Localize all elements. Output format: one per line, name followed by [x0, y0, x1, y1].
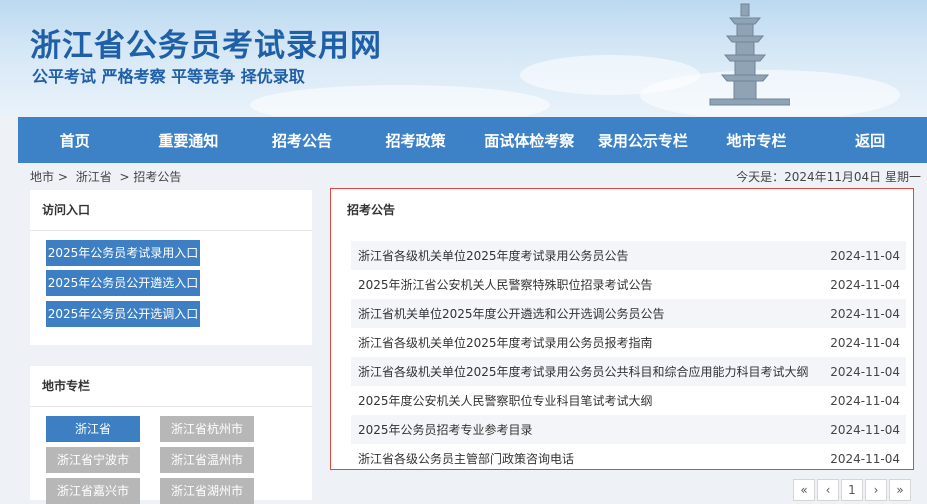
- list-item: 2025年浙江省公安机关人民警察特殊职位招录考试公告 2024-11-04: [351, 270, 906, 299]
- announcement-date: 2024-11-04: [830, 248, 900, 263]
- list-item: 浙江省各级机关单位2025年度考试录用公务员公告 2024-11-04: [351, 241, 906, 270]
- prev-page-button[interactable]: ‹: [817, 479, 839, 501]
- city-button-hangzhou[interactable]: 浙江省杭州市: [160, 416, 254, 442]
- announcement-link[interactable]: 2025年度公安机关人民警察职位专业科目笔试考试大纲: [358, 392, 653, 409]
- announcement-link[interactable]: 2025年公务员招考专业参考目录: [358, 421, 533, 438]
- announcement-date: 2024-11-04: [830, 306, 900, 321]
- list-item: 2025年公务员招考专业参考目录 2024-11-04: [351, 415, 906, 444]
- breadcrumb-province[interactable]: 浙江省: [76, 170, 112, 184]
- city-button-jiaxing[interactable]: 浙江省嘉兴市: [46, 478, 140, 504]
- page-1-button[interactable]: 1: [841, 479, 863, 501]
- announcement-link[interactable]: 浙江省各级机关单位2025年度考试录用公务员公告: [358, 247, 629, 264]
- first-page-button[interactable]: «: [793, 479, 815, 501]
- announcement-date: 2024-11-04: [830, 451, 900, 466]
- list-item: 2025年度公安机关人民警察职位专业科目笔试考试大纲 2024-11-04: [351, 386, 906, 415]
- list-item: 浙江省各级公务员主管部门政策咨询电话 2024-11-04: [351, 444, 906, 473]
- list-item: 浙江省各级机关单位2025年度考试录用公务员公共科目和综合应用能力科目考试大纲 …: [351, 357, 906, 386]
- pagination: « ‹ 1 › »: [793, 479, 913, 501]
- header-banner: 浙江省公务员考试录用网 公平考试 严格考察 平等竞争 择优录取: [0, 0, 927, 116]
- transfer-entry-button[interactable]: 2025年公务员公开选调入口: [46, 301, 200, 327]
- selection-entry-button[interactable]: 2025年公务员公开遴选入口: [46, 270, 200, 296]
- announcement-link[interactable]: 浙江省机关单位2025年度公开遴选和公开选调公务员公告: [358, 305, 665, 322]
- city-button-huzhou[interactable]: 浙江省湖州市: [160, 478, 254, 504]
- breadcrumb: 地市 > 浙江省 > 招考公告: [30, 168, 185, 185]
- city-button-zhejiang[interactable]: 浙江省: [46, 416, 140, 442]
- city-button-ningbo[interactable]: 浙江省宁波市: [46, 447, 140, 473]
- nav-important-notices[interactable]: 重要通知: [132, 117, 246, 163]
- breadcrumb-current: > 招考公告: [119, 170, 182, 184]
- next-page-button[interactable]: ›: [865, 479, 887, 501]
- announcement-date: 2024-11-04: [830, 364, 900, 379]
- today-date: 今天是：2024年11月04日 星期一: [736, 170, 921, 184]
- site-slogan: 公平考试 严格考察 平等竞争 择优录取: [32, 67, 305, 86]
- announcement-date: 2024-11-04: [830, 393, 900, 408]
- city-button-wenzhou[interactable]: 浙江省温州市: [160, 447, 254, 473]
- pagoda-illustration: [709, 3, 790, 106]
- nav-interview-exam[interactable]: 面试体检考察: [473, 117, 587, 163]
- site-title: 浙江省公务员考试录用网: [30, 28, 382, 64]
- announcement-panel-title: 招考公告: [347, 203, 396, 217]
- announcement-link[interactable]: 浙江省各级机关单位2025年度考试录用公务员报考指南: [358, 334, 653, 351]
- nav-publicity[interactable]: 录用公示专栏: [586, 117, 700, 163]
- list-item: 浙江省各级机关单位2025年度考试录用公务员报考指南 2024-11-04: [351, 328, 906, 357]
- city-panel-title: 地市专栏: [30, 366, 312, 407]
- announcement-link[interactable]: 2025年浙江省公安机关人民警察特殊职位招录考试公告: [358, 276, 653, 293]
- main-nav: 首页 重要通知 招考公告 招考政策 面试体检考察 录用公示专栏 地市专栏 返回: [18, 117, 927, 163]
- access-panel: 访问入口 2025年公务员考试录用入口 2025年公务员公开遴选入口 2025年…: [30, 190, 312, 345]
- last-page-button[interactable]: »: [889, 479, 911, 501]
- announcement-date: 2024-11-04: [830, 422, 900, 437]
- breadcrumb-city[interactable]: 地市 >: [30, 170, 68, 184]
- access-panel-title: 访问入口: [30, 190, 312, 231]
- announcement-link[interactable]: 浙江省各级公务员主管部门政策咨询电话: [358, 450, 574, 467]
- list-item: 浙江省机关单位2025年度公开遴选和公开选调公务员公告 2024-11-04: [351, 299, 906, 328]
- announcement-list: 浙江省各级机关单位2025年度考试录用公务员公告 2024-11-04 2025…: [351, 241, 906, 473]
- announcement-link[interactable]: 浙江省各级机关单位2025年度考试录用公务员公共科目和综合应用能力科目考试大纲: [358, 363, 809, 380]
- exam-entry-button[interactable]: 2025年公务员考试录用入口: [46, 240, 200, 266]
- nav-city-column[interactable]: 地市专栏: [700, 117, 814, 163]
- nav-home[interactable]: 首页: [18, 117, 132, 163]
- nav-recruitment-policy[interactable]: 招考政策: [359, 117, 473, 163]
- nav-recruitment-announcements[interactable]: 招考公告: [245, 117, 359, 163]
- announcement-date: 2024-11-04: [830, 277, 900, 292]
- nav-back[interactable]: 返回: [813, 117, 927, 163]
- announcement-panel: 招考公告 浙江省各级机关单位2025年度考试录用公务员公告 2024-11-04…: [330, 188, 914, 470]
- city-panel: 地市专栏 浙江省 浙江省杭州市 浙江省宁波市 浙江省温州市 浙江省嘉兴市 浙江省…: [30, 366, 312, 504]
- announcement-date: 2024-11-04: [830, 335, 900, 350]
- cloud-decoration: [250, 85, 550, 116]
